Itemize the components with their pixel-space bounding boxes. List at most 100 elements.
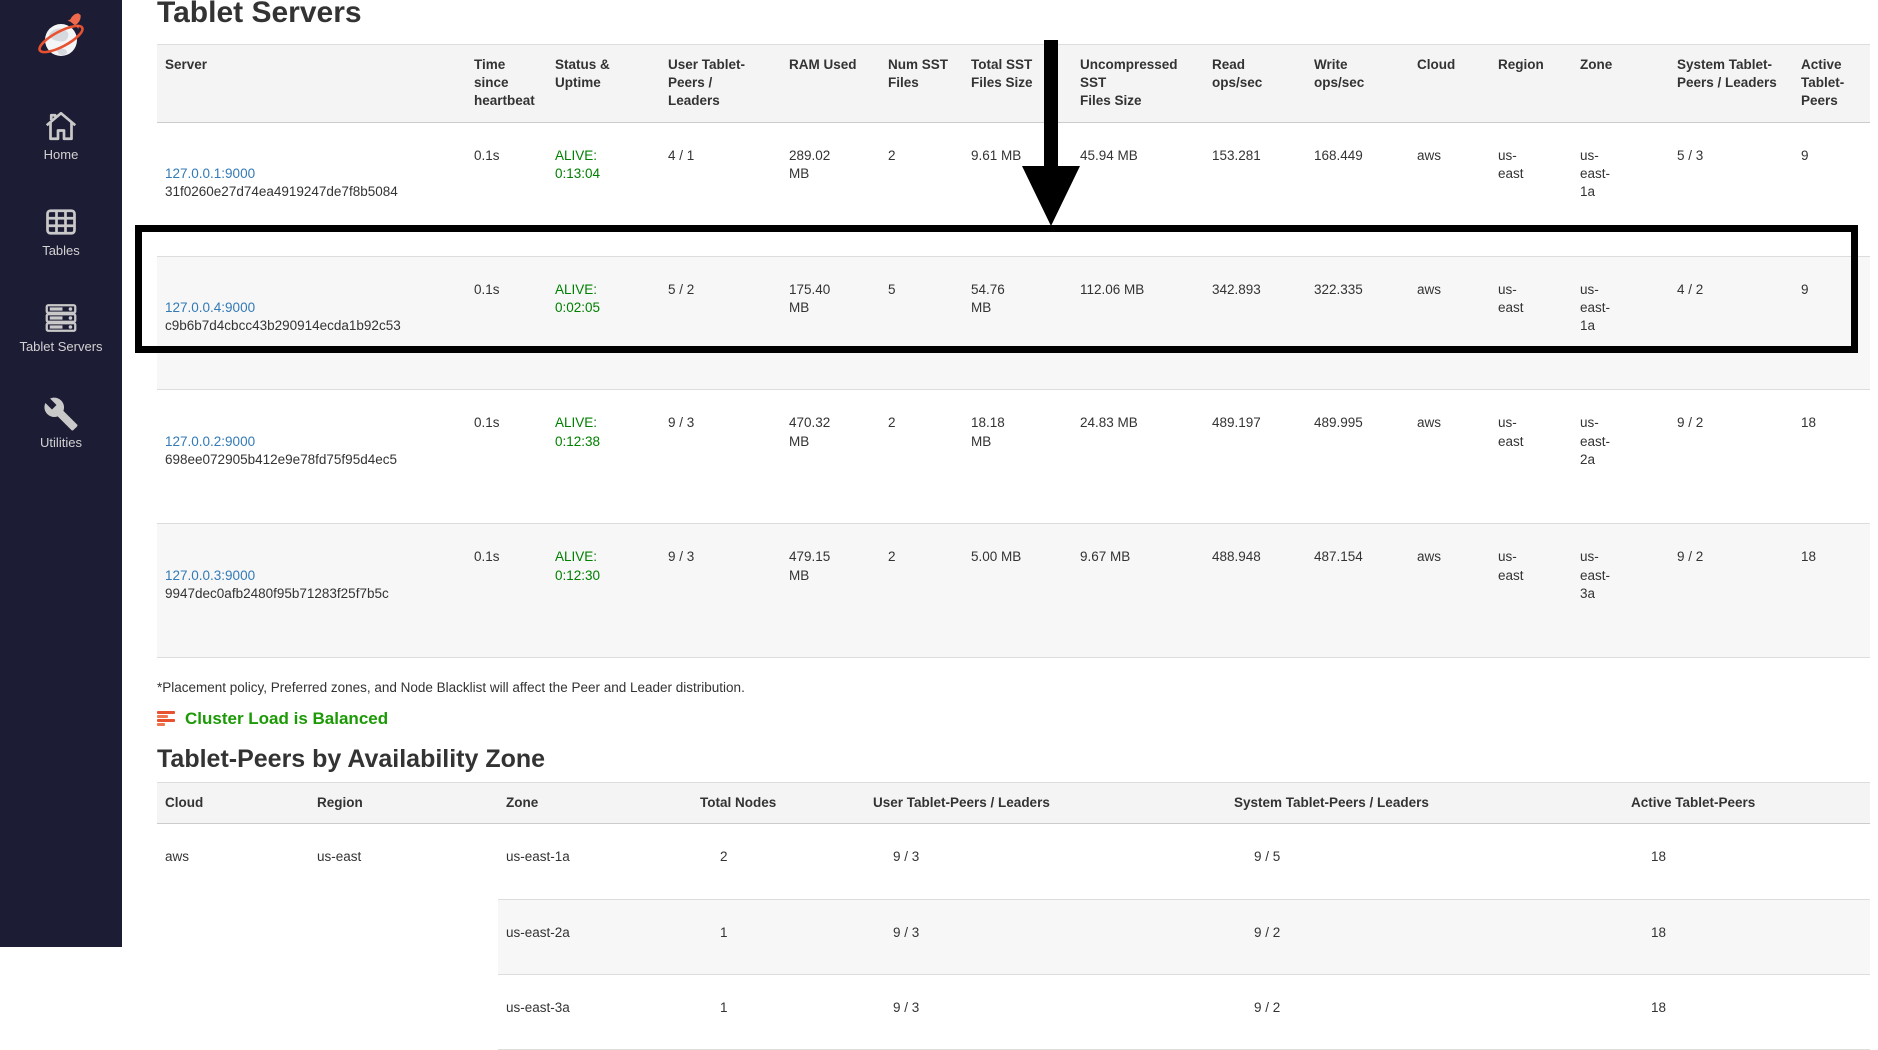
sidebar-item-utilities[interactable]: Utilities [0,396,122,492]
cell: 18 [1793,390,1870,524]
table-row: 127.0.0.2:9000 698ee072905b412e9e78fd75f… [157,390,1870,524]
sidebar-item-label: Utilities [40,435,82,450]
server-cell: 127.0.0.1:9000 31f0260e27d74ea4919247de7… [157,122,466,256]
status-cell: ALIVE: 0:12:30 [547,524,660,658]
column-header: Uncompressed SST Files Size [1072,45,1204,123]
cell: 9 / 3 [865,899,1226,974]
placement-policy-footnote: *Placement policy, Preferred zones, and … [157,680,1878,695]
cell: us- east [1490,256,1572,390]
cell: aws [1409,390,1490,524]
column-header: Cloud [1409,45,1490,123]
server-address-link[interactable]: 127.0.0.4:9000 [165,300,255,315]
column-header: Total Nodes [692,783,865,824]
cell: 18 [1793,524,1870,658]
cell: 9 / 3 [660,390,781,524]
cell: 342.893 [1204,256,1306,390]
load-balancer-icon [157,711,175,727]
cell: 2 [692,824,865,899]
server-address-link[interactable]: 127.0.0.1:9000 [165,166,255,181]
cell: us- east- 2a [1572,390,1669,524]
cell: 5 / 2 [660,256,781,390]
cell: us- east- 1a [1572,256,1669,390]
tables-icon [43,204,79,240]
cell: 2 [880,122,963,256]
cell: 9.67 MB [1072,524,1204,658]
tablet-peers-by-az-table: Cloud Region Zone Total Nodes User Table… [157,782,1870,1050]
cell: 4 / 1 [660,122,781,256]
cell: 9 / 2 [1226,974,1623,1049]
table-row: aws us-east us-east-1a 2 9 / 3 9 / 5 18 [157,824,1870,899]
home-icon [43,108,79,144]
cell: aws [1409,256,1490,390]
cell: 18 [1623,899,1870,974]
cell: 9 / 2 [1669,390,1793,524]
column-header: User Tablet- Peers / Leaders [660,45,781,123]
column-header: Num SST Files [880,45,963,123]
column-header: Write ops/sec [1306,45,1409,123]
cell: 4 / 2 [1669,256,1793,390]
cell: 488.948 [1204,524,1306,658]
zone-cell: us-east-3a [498,974,692,1049]
column-header: Region [1490,45,1572,123]
sidebar-nav: Home Tables Tablet Servers [0,108,122,492]
tablet-servers-table: Server Time since heartbeat Status & Upt… [157,44,1870,658]
column-header: Status & Uptime [547,45,660,123]
cell: 9 / 3 [660,524,781,658]
cell: 0.1s [466,390,547,524]
sidebar-item-label: Home [44,147,79,162]
cell: aws [1409,524,1490,658]
column-header: Active Tablet- Peers [1793,45,1870,123]
column-header: Active Tablet-Peers [1623,783,1870,824]
server-address-link[interactable]: 127.0.0.2:9000 [165,434,255,449]
column-header: Read ops/sec [1204,45,1306,123]
server-uuid: c9b6b7d4cbcc43b290914ecda1b92c53 [165,317,458,335]
app-logo[interactable] [35,12,87,64]
zone-cell: us-east-2a [498,899,692,974]
column-header: Region [309,783,498,824]
status-cell: ALIVE: 0:13:04 [547,122,660,256]
column-header: Total SST Files Size [963,45,1072,123]
cloud-cell: aws [157,824,309,1050]
main-content: Tablet Servers Server Time since heartbe… [122,0,1878,947]
zone-cell: us-east-1a [498,824,692,899]
sidebar-item-tablet-servers[interactable]: Tablet Servers [0,300,122,396]
cell: 112.06 MB [1072,256,1204,390]
cell: us- east- 3a [1572,524,1669,658]
utilities-icon [43,396,79,432]
column-header: Zone [1572,45,1669,123]
cell: 9 / 2 [1226,899,1623,974]
cell: 479.15 MB [781,524,880,658]
region-cell: us-east [309,824,498,1050]
sidebar-item-tables[interactable]: Tables [0,204,122,300]
table-row: 127.0.0.1:9000 31f0260e27d74ea4919247de7… [157,122,1870,256]
cell: 1 [692,899,865,974]
cell: 54.76 MB [963,256,1072,390]
sidebar-item-home[interactable]: Home [0,108,122,204]
cell: 9 / 3 [865,974,1226,1049]
cell: 18 [1623,824,1870,899]
column-header: Zone [498,783,692,824]
cell: 5 / 3 [1669,122,1793,256]
server-address-link[interactable]: 127.0.0.3:9000 [165,568,255,583]
cell: 0.1s [466,122,547,256]
column-header: System Tablet-Peers / Leaders [1226,783,1623,824]
cell: 489.995 [1306,390,1409,524]
cell: 1 [692,974,865,1049]
column-header: Server [157,45,466,123]
column-header: System Tablet- Peers / Leaders [1669,45,1793,123]
table-header-row: Cloud Region Zone Total Nodes User Table… [157,783,1870,824]
balance-status-text: Cluster Load is Balanced [185,709,388,729]
cell: 18 [1623,974,1870,1049]
cell: 168.449 [1306,122,1409,256]
page-title: Tablet Servers [157,0,1878,30]
cell: 9.61 MB [963,122,1072,256]
server-uuid: 9947dec0afb2480f95b71283f25f7b5c [165,585,458,603]
cell: 5 [880,256,963,390]
table-row: 127.0.0.3:9000 9947dec0afb2480f95b71283f… [157,524,1870,658]
az-section-title: Tablet-Peers by Availability Zone [157,745,1878,774]
cell: us- east- 1a [1572,122,1669,256]
cell: us- east [1490,122,1572,256]
cell: 9 / 2 [1669,524,1793,658]
cell: aws [1409,122,1490,256]
cell: 9 [1793,256,1870,390]
